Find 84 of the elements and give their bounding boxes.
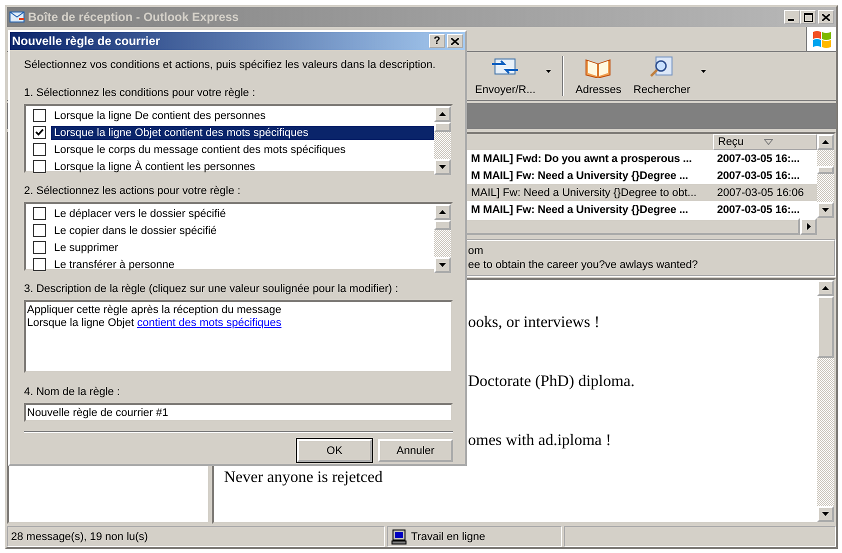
down-arrow-icon	[439, 263, 446, 267]
help-button[interactable]: ?	[429, 34, 445, 48]
subject-cell-text: M MAIL] Fwd: Do you awnt a prosperous ...	[470, 152, 693, 164]
section-label: 3. Description de la règle (cliquez sur une valeur soulignée pour la modifier) :	[24, 282, 400, 296]
maximize-icon	[804, 12, 812, 22]
date-cell-text: 2007-03-05 16:06	[716, 186, 805, 198]
scroll-up-button[interactable]	[434, 106, 451, 122]
envelope-icon	[9, 9, 25, 25]
scroll-up-button[interactable]	[434, 204, 451, 220]
right-arrow-icon	[806, 223, 810, 230]
close-button[interactable]	[447, 34, 463, 48]
toolbar-button[interactable]: Adresses	[570, 56, 628, 96]
scroll-down-button[interactable]	[817, 202, 834, 218]
header-text: ee to obtain the career you?ve awlays wanted?	[468, 258, 699, 272]
close-icon	[451, 38, 459, 44]
maximize-button[interactable]	[800, 10, 816, 24]
list-item[interactable]: Le déplacer vers le dossier spécifié	[51, 206, 434, 220]
description-text: Lorsque la ligne Objet contient des mots spécifiques	[27, 317, 282, 330]
rule-name-field[interactable]: Nouvelle règle de courrier #1	[24, 403, 453, 422]
scroll-down-button[interactable]	[434, 257, 451, 273]
caret-icon	[546, 70, 552, 72]
down-arrow-icon	[822, 512, 829, 516]
list-item[interactable]: Le transférer à personne	[51, 258, 434, 272]
checkbox[interactable]	[33, 241, 46, 254]
computer-icon	[391, 528, 407, 544]
dialog-title: Nouvelle règle de courrier	[12, 34, 162, 48]
list-item[interactable]: Lorsque la ligne À contient les personnes	[51, 160, 434, 174]
scroll-thumb[interactable]	[817, 296, 834, 358]
message-text: Doctorate (PhD) diploma.	[468, 373, 636, 391]
up-arrow-icon	[822, 286, 829, 290]
message-text: ooks, or interviews !	[468, 314, 601, 332]
message-count: 28 message(s), 19 non lu(s)	[11, 530, 148, 542]
scroll-thumb[interactable]	[434, 220, 451, 230]
checkbox[interactable]	[33, 109, 46, 122]
toolbar-button[interactable]: Envoyer/R...	[469, 56, 542, 96]
window-title: Boîte de réception - Outlook Express	[28, 10, 240, 24]
section-label: 4. Nom de la règle :	[24, 385, 121, 399]
flag-icon	[810, 29, 832, 49]
checkbox[interactable]	[33, 126, 46, 139]
date-cell-text: 2007-03-05 16:...	[716, 170, 801, 182]
checkbox[interactable]	[33, 143, 46, 156]
message-text: omes with ad.iploma !	[468, 432, 612, 450]
minimize-button[interactable]	[784, 10, 800, 24]
toolbar-button[interactable]: Rechercher	[627, 56, 696, 96]
list-item[interactable]: Lorsque le corps du message contient des mots spécifiques	[51, 142, 434, 156]
scroll-down-button[interactable]	[434, 159, 451, 175]
down-arrow-icon	[439, 165, 446, 169]
status-text: Travail en ligne	[411, 530, 486, 542]
checkbox[interactable]	[33, 258, 46, 271]
scroll-thumb[interactable]	[817, 166, 834, 174]
up-arrow-icon	[439, 210, 446, 214]
close-button[interactable]	[818, 10, 834, 24]
scroll-thumb[interactable]	[434, 122, 451, 132]
close-icon	[822, 14, 830, 20]
list-item[interactable]: Le copier dans le dossier spécifié	[51, 224, 434, 238]
check-icon	[35, 128, 44, 137]
section-label: 1. Sélectionnez les conditions pour votre règle :	[24, 86, 256, 100]
column-header[interactable]: Reçu	[713, 134, 817, 150]
value-link[interactable]: contient des mots spécifiques	[137, 317, 282, 329]
scroll-down-button[interactable]	[817, 506, 834, 522]
subject-cell-text: M MAIL] Fw: Need a University {}Degree ...	[470, 170, 690, 182]
list-item[interactable]: Le supprimer	[51, 240, 434, 254]
description-text: Appliquer cette règle après la réception du message	[27, 304, 282, 317]
date-cell-text: 2007-03-05 16:...	[716, 204, 801, 216]
scroll-right-button[interactable]	[800, 218, 817, 235]
header-text: om	[468, 244, 484, 258]
instruction-text: Sélectionnez vos conditions et actions, puis spécifiez les valeurs dans la description.	[24, 58, 437, 72]
checkbox[interactable]	[33, 224, 46, 237]
dialog-button[interactable]: OK	[297, 439, 372, 462]
up-arrow-icon	[439, 112, 446, 116]
down-arrow-icon	[822, 208, 829, 212]
checkbox[interactable]	[33, 160, 46, 173]
subject-cell-text: M MAIL] Fw: Need a University {}Degree ...	[470, 204, 690, 216]
scroll-up-button[interactable]	[817, 134, 834, 150]
dialog-button[interactable]: Annuler	[378, 439, 453, 462]
date-cell-text: 2007-03-05 16:...	[716, 152, 801, 164]
scroll-up-button[interactable]	[817, 280, 834, 296]
list-item[interactable]: Lorsque la ligne De contient des personnes	[51, 108, 434, 122]
checkbox[interactable]	[33, 207, 46, 220]
message-text: Never anyone is rejetced	[223, 469, 384, 488]
caret-icon	[700, 70, 706, 72]
list-item[interactable]: Lorsque la ligne Objet contient des mots spécifiques	[51, 126, 434, 140]
up-arrow-icon	[822, 140, 829, 144]
subject-cell-text: MAIL] Fw: Need a University {}Degree to obt...	[470, 186, 698, 198]
